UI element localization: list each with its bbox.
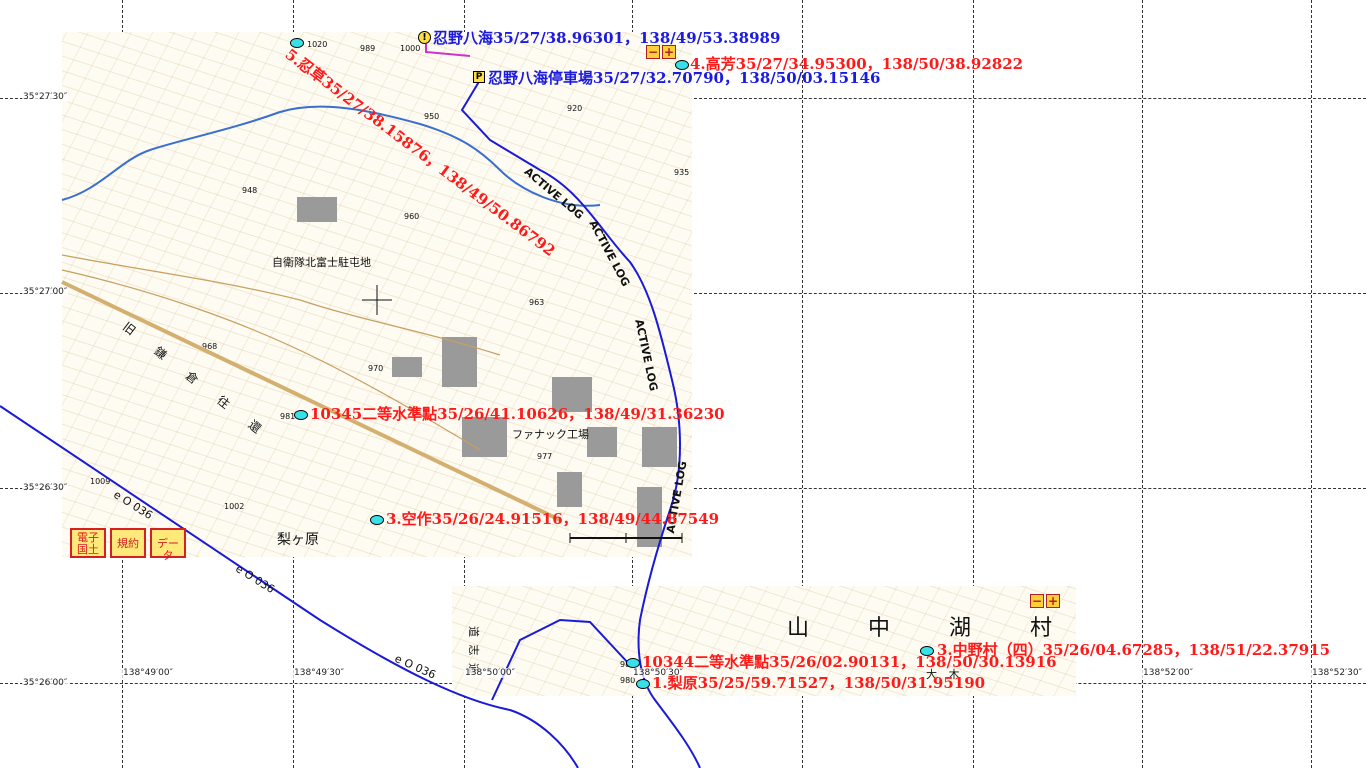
waypoint-label: 10345二等水準點35/26/41.10626，138/49/31.36230	[310, 405, 725, 423]
zoom-in-button[interactable]: +	[1046, 594, 1060, 608]
zoom-in-button[interactable]: +	[662, 45, 676, 59]
waypoint-marker[interactable]	[370, 515, 384, 525]
zoom-out-button[interactable]: −	[1030, 594, 1044, 608]
lon-label: 138°52′00″	[1142, 668, 1194, 678]
lon-label: 138°49′30″	[293, 668, 345, 678]
lat-label: 35°26′30″	[22, 483, 69, 493]
zoom-out-button[interactable]: −	[646, 45, 660, 59]
info-icon[interactable]: !	[418, 31, 431, 44]
waypoint-label: 10344二等水準點35/26/02.90131，138/50/30.13916	[642, 653, 1057, 671]
lat-label: 35°27′00″	[22, 287, 69, 297]
data-button[interactable]: データ	[150, 528, 186, 562]
contour-line	[61, 269, 481, 451]
contour-line	[61, 254, 501, 356]
waypoint-label: 3.空作35/26/24.91516，138/49/44.87549	[386, 510, 720, 528]
waypoint-marker[interactable]	[626, 658, 640, 668]
river-line	[61, 105, 601, 207]
lon-label: 138°50′00″	[464, 668, 516, 678]
waypoint-label: 忍野八海35/27/38.96301，138/49/53.38989	[433, 29, 781, 47]
branch-track	[491, 618, 631, 701]
route-036-track	[0, 405, 579, 768]
lat-label: 35°27′30″	[22, 92, 69, 102]
terms-button[interactable]: 規約	[110, 528, 146, 558]
waypoint-marker[interactable]	[636, 679, 650, 689]
lon-label: 138°49′00″	[122, 668, 174, 678]
waypoint-marker[interactable]	[294, 410, 308, 420]
waypoint-label: 1.梨原35/25/59.71527，138/50/31.95190	[652, 674, 986, 692]
waypoint-label: 忍野八海停車場35/27/32.70790，138/50/03.15146	[488, 69, 881, 87]
denshi-kokudo-button[interactable]: 電子国土	[70, 528, 106, 558]
lon-label: 138°52′30″	[1311, 668, 1363, 678]
old-road	[61, 280, 561, 522]
lat-label: 35°26′00″	[22, 678, 69, 688]
parking-icon[interactable]: P	[473, 71, 485, 83]
